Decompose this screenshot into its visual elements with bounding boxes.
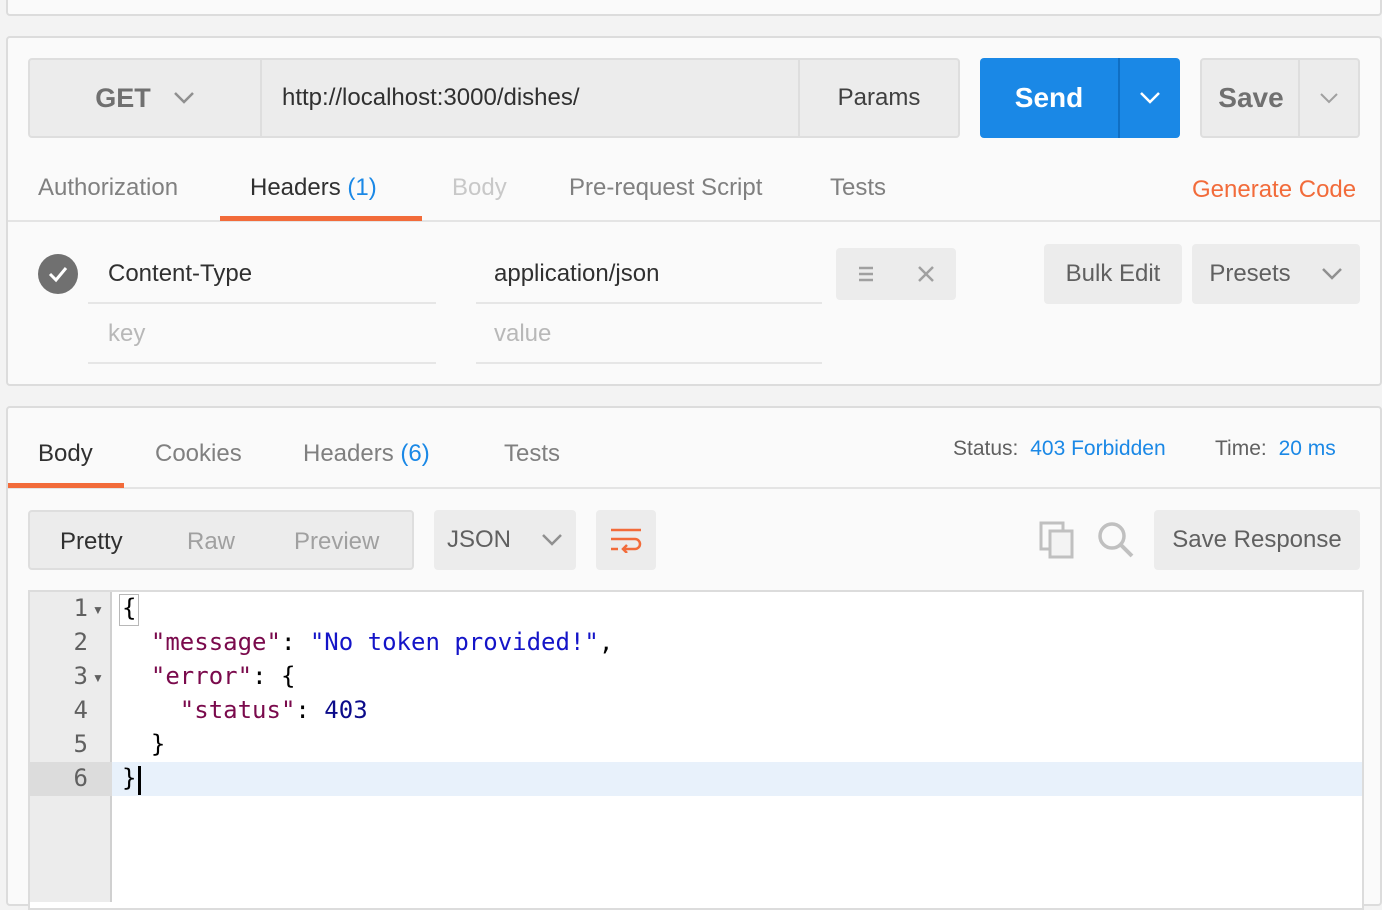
- response-status: Status: 403 Forbidden: [953, 437, 1166, 461]
- format-select[interactable]: JSON: [434, 510, 576, 570]
- presets-label: Presets: [1209, 260, 1291, 287]
- format-label: JSON: [446, 526, 511, 553]
- chevron-down-icon: [1140, 92, 1160, 104]
- line-number: 2: [73, 628, 88, 656]
- send-options-button[interactable]: [1120, 58, 1180, 138]
- method-select[interactable]: GET: [30, 60, 262, 136]
- code-line-2: "message": "No token provided!",: [150, 628, 614, 656]
- text-cursor: [138, 766, 141, 795]
- view-pretty[interactable]: Pretty: [60, 528, 123, 556]
- header-row-actions: [836, 248, 956, 300]
- code-line-1: {: [122, 594, 136, 622]
- presets-dropdown[interactable]: Presets: [1192, 244, 1360, 304]
- header-key-underline: [88, 302, 436, 304]
- tab-response-tests[interactable]: Tests: [504, 440, 560, 468]
- chevron-down-icon: [173, 92, 194, 104]
- tab-response-body[interactable]: Body: [38, 440, 93, 468]
- status-value: 403 Forbidden: [1030, 437, 1166, 460]
- tab-headers-label: Headers: [250, 174, 341, 201]
- header-value-underline: [476, 302, 822, 304]
- search-icon[interactable]: [1096, 520, 1136, 560]
- method-label: GET: [95, 82, 151, 113]
- tab-body[interactable]: Body: [452, 174, 507, 202]
- header-key-input[interactable]: Content-Type: [108, 260, 252, 288]
- active-response-tab-indicator: [8, 483, 124, 488]
- tab-cookies[interactable]: Cookies: [155, 440, 242, 468]
- json-key: "error": [150, 662, 253, 690]
- chevron-down-icon: [542, 534, 562, 546]
- code-line-5: }: [122, 730, 165, 758]
- generate-code-link[interactable]: Generate Code: [1192, 176, 1356, 204]
- json-key: "message": [150, 628, 281, 656]
- time-value: 20 ms: [1278, 437, 1336, 460]
- save-response-button[interactable]: Save Response: [1154, 510, 1360, 570]
- code-open-brace: {: [122, 594, 137, 622]
- wrap-lines-button[interactable]: [596, 510, 656, 570]
- tab-authorization[interactable]: Authorization: [38, 174, 178, 202]
- tab-headers[interactable]: Headers (1): [250, 174, 377, 202]
- code-inner-close: }: [150, 730, 166, 758]
- placeholder-value-underline: [476, 362, 822, 364]
- send-button[interactable]: Send: [980, 58, 1118, 138]
- tab-response-headers-count: (6): [400, 440, 430, 467]
- code-outer-close: }: [122, 764, 137, 792]
- line-number: 4: [73, 696, 88, 724]
- view-raw[interactable]: Raw: [187, 528, 235, 556]
- header-enabled-checkbox[interactable]: [38, 254, 78, 294]
- save-button[interactable]: Save: [1202, 60, 1300, 136]
- placeholder-key-underline: [88, 362, 436, 364]
- tab-headers-count: (1): [347, 174, 377, 201]
- save-options-button[interactable]: [1300, 60, 1358, 136]
- code-line-4: "status": 403: [179, 696, 368, 724]
- response-time: Time: 20 ms: [1215, 437, 1336, 461]
- previous-panel: [6, 0, 1382, 16]
- fold-arrow-icon[interactable]: ▼: [92, 603, 104, 617]
- active-tab-indicator: [220, 216, 422, 221]
- tab-tests[interactable]: Tests: [830, 174, 886, 202]
- line-number: 5: [73, 730, 88, 758]
- line-number: 3: [73, 662, 88, 690]
- bulk-edit-button[interactable]: Bulk Edit: [1044, 244, 1182, 304]
- header-key-placeholder[interactable]: key: [108, 320, 145, 348]
- close-icon[interactable]: [917, 265, 935, 283]
- chevron-down-icon: [1321, 268, 1342, 280]
- copy-icon[interactable]: [1038, 520, 1076, 560]
- url-input[interactable]: http://localhost:3000/dishes/: [262, 60, 798, 136]
- json-number: 403: [324, 696, 368, 724]
- json-key: "status": [179, 696, 296, 724]
- line-number: 1: [73, 594, 88, 622]
- status-label: Status:: [953, 437, 1019, 460]
- active-line-highlight: [112, 762, 1362, 796]
- request-tabs-divider: [8, 220, 1380, 222]
- check-icon: [48, 267, 68, 283]
- view-preview[interactable]: Preview: [294, 528, 379, 556]
- fold-arrow-icon[interactable]: ▼: [92, 671, 104, 685]
- tab-pre-request-script[interactable]: Pre-request Script: [569, 174, 762, 202]
- chevron-down-icon: [1320, 93, 1338, 104]
- code-line-6: }: [122, 764, 136, 792]
- json-string: "No token provided!": [309, 628, 599, 656]
- tab-response-headers-label: Headers: [303, 440, 394, 467]
- tab-response-headers[interactable]: Headers (6): [303, 440, 430, 468]
- header-value-input[interactable]: application/json: [494, 260, 659, 288]
- header-value-placeholder[interactable]: value: [494, 320, 551, 348]
- code-line-3: "error": {: [150, 662, 296, 690]
- line-number: 6: [73, 764, 88, 792]
- wrap-lines-icon: [611, 528, 642, 553]
- menu-icon[interactable]: [857, 264, 875, 284]
- response-tabs-divider: [8, 487, 1380, 489]
- params-button[interactable]: Params: [798, 60, 958, 136]
- time-label: Time:: [1215, 437, 1267, 460]
